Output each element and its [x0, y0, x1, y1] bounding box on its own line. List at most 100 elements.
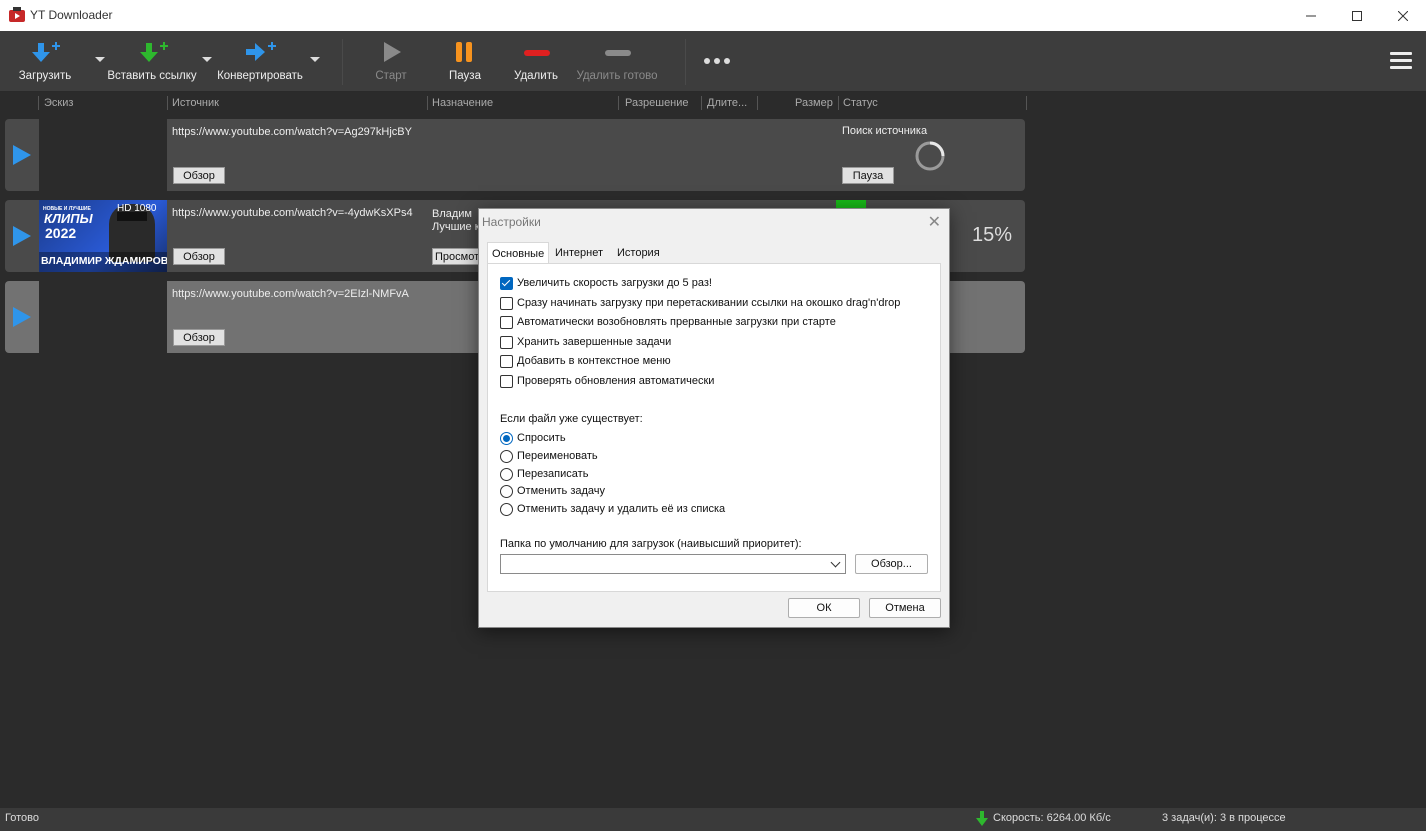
file-exists-label: Если файл уже существует:: [500, 413, 643, 425]
paste-link-label: Вставить ссылку: [107, 70, 197, 82]
browse-button[interactable]: Обзор: [173, 329, 225, 346]
tab-history[interactable]: История: [613, 244, 664, 263]
column-thumbnail[interactable]: Эскиз: [44, 97, 73, 109]
minimize-button[interactable]: [1288, 0, 1334, 31]
window-title: YT Downloader: [30, 8, 113, 22]
browse-folder-button[interactable]: Обзор...: [855, 554, 928, 574]
download-speed-icon: [976, 811, 988, 826]
task-count: 3 задач(и): 3 в процессе: [1162, 812, 1286, 824]
checkbox-icon[interactable]: [500, 354, 513, 368]
source-url: https://www.youtube.com/watch?v=Ag297kHj…: [172, 126, 412, 138]
general-panel: Увеличить скорость загрузки до 5 раз! Ср…: [487, 263, 941, 592]
radio-icon[interactable]: [500, 449, 513, 463]
column-destination[interactable]: Назначение: [432, 97, 493, 109]
thumbnail: [39, 281, 167, 353]
start-label: Старт: [375, 70, 407, 82]
play-icon[interactable]: [13, 226, 31, 246]
play-icon[interactable]: [13, 307, 31, 327]
download-plus-icon: [32, 42, 60, 62]
start-button[interactable]: Старт: [362, 31, 420, 91]
checkbox-speed-boost[interactable]: Увеличить скорость загрузки до 5 раз!: [500, 275, 712, 291]
table-row[interactable]: https://www.youtube.com/watch?v=Ag297kHj…: [5, 119, 1025, 191]
default-folder-combo[interactable]: [500, 554, 846, 574]
radio-icon[interactable]: [500, 467, 513, 481]
radio-cancel-and-remove[interactable]: Отменить задачу и удалить её из списка: [500, 501, 725, 517]
ok-button[interactable]: ОК: [788, 598, 860, 618]
thumbnail: [39, 119, 167, 191]
convert-button[interactable]: Конвертировать: [212, 31, 308, 91]
source-url: https://www.youtube.com/watch?v=-4ydwKsX…: [172, 207, 413, 219]
radio-overwrite[interactable]: Перезаписать: [500, 466, 588, 482]
checkbox-icon[interactable]: [500, 335, 513, 349]
radio-cancel-task[interactable]: Отменить задачу: [500, 483, 605, 499]
checkbox-auto-update[interactable]: Проверять обновления автоматически: [500, 373, 714, 389]
dialog-close-icon[interactable]: ✕: [928, 212, 941, 232]
toolbar-separator: [685, 39, 686, 85]
column-source[interactable]: Источник: [172, 97, 219, 109]
delete-button[interactable]: Удалить: [507, 31, 565, 91]
toolbar: Загрузить Вставить ссылку Конвертировать…: [0, 31, 1426, 92]
play-icon[interactable]: [13, 145, 31, 165]
browse-button[interactable]: Обзор: [173, 248, 225, 265]
column-duration[interactable]: Длите...: [707, 97, 747, 109]
pause-icon: [456, 42, 472, 62]
column-header: Эскиз Источник Назначение Разрешение Дли…: [0, 92, 1030, 114]
radio-icon[interactable]: [500, 484, 513, 498]
hamburger-menu-icon[interactable]: [1390, 50, 1412, 72]
paste-link-dropdown-icon[interactable]: [202, 57, 212, 62]
destination-text: Владим: [432, 208, 472, 220]
minimize-icon: [1306, 15, 1316, 16]
tab-general[interactable]: Основные: [487, 242, 550, 265]
close-button[interactable]: [1380, 0, 1426, 31]
tab-internet[interactable]: Интернет: [551, 244, 607, 263]
browse-button[interactable]: Обзор: [173, 167, 225, 184]
download-label: Загрузить: [18, 70, 72, 82]
view-button[interactable]: Просмот: [432, 248, 482, 265]
convert-dropdown-icon[interactable]: [310, 57, 320, 62]
dialog-title: Настройки: [482, 215, 541, 229]
app-logo-icon: [9, 7, 25, 22]
destination-text: Лучшие к: [432, 221, 480, 233]
status-ready: Готово: [5, 812, 39, 824]
maximize-icon: [1352, 10, 1362, 21]
convert-label: Конвертировать: [217, 70, 303, 82]
progress-percent: 15%: [972, 224, 1013, 246]
pause-button[interactable]: Пауза: [436, 31, 494, 91]
radio-ask[interactable]: Спросить: [500, 430, 566, 446]
download-button[interactable]: Загрузить: [10, 31, 80, 91]
checkbox-icon[interactable]: [500, 374, 513, 388]
cancel-button[interactable]: Отмена: [869, 598, 941, 618]
checkbox-icon[interactable]: [500, 276, 513, 290]
checkbox-icon[interactable]: [500, 315, 513, 329]
pause-label: Пауза: [449, 70, 481, 82]
column-size[interactable]: Размер: [795, 97, 833, 109]
row-pause-button[interactable]: Пауза: [842, 167, 894, 184]
chevron-down-icon: [830, 557, 841, 568]
title-bar: YT Downloader: [0, 0, 1426, 31]
source-url: https://www.youtube.com/watch?v=2EIzl-NM…: [172, 288, 409, 300]
delete-label: Удалить: [514, 70, 558, 82]
checkbox-context-menu[interactable]: Добавить в контекстное меню: [500, 353, 671, 369]
radio-rename[interactable]: Переименовать: [500, 448, 598, 464]
column-resolution[interactable]: Разрешение: [625, 97, 689, 109]
close-icon: [1398, 10, 1408, 21]
minus-icon: [524, 50, 550, 56]
maximize-button[interactable]: [1334, 0, 1380, 31]
checkbox-keep-completed[interactable]: Хранить завершенные задачи: [500, 334, 671, 350]
checkbox-drag-drop[interactable]: Сразу начинать загрузку при перетаскиван…: [500, 295, 900, 311]
convert-icon: [246, 42, 276, 61]
checkbox-icon[interactable]: [500, 296, 513, 310]
paste-link-icon: [140, 42, 168, 62]
delete-done-label: Удалить готово: [576, 70, 658, 82]
radio-icon[interactable]: [500, 431, 513, 445]
checkbox-auto-resume[interactable]: Автоматически возобновлять прерванные за…: [500, 314, 836, 330]
default-folder-label: Папка по умолчанию для загрузок (наивысш…: [500, 538, 802, 550]
status-text: Поиск источника: [842, 125, 928, 137]
delete-done-button[interactable]: Удалить готово: [570, 31, 664, 91]
column-status[interactable]: Статус: [843, 97, 878, 109]
toolbar-separator: [342, 39, 343, 85]
paste-link-button[interactable]: Вставить ссылку: [104, 31, 200, 91]
minus-icon: [605, 50, 631, 56]
more-icon[interactable]: [703, 57, 731, 65]
radio-icon[interactable]: [500, 502, 513, 516]
